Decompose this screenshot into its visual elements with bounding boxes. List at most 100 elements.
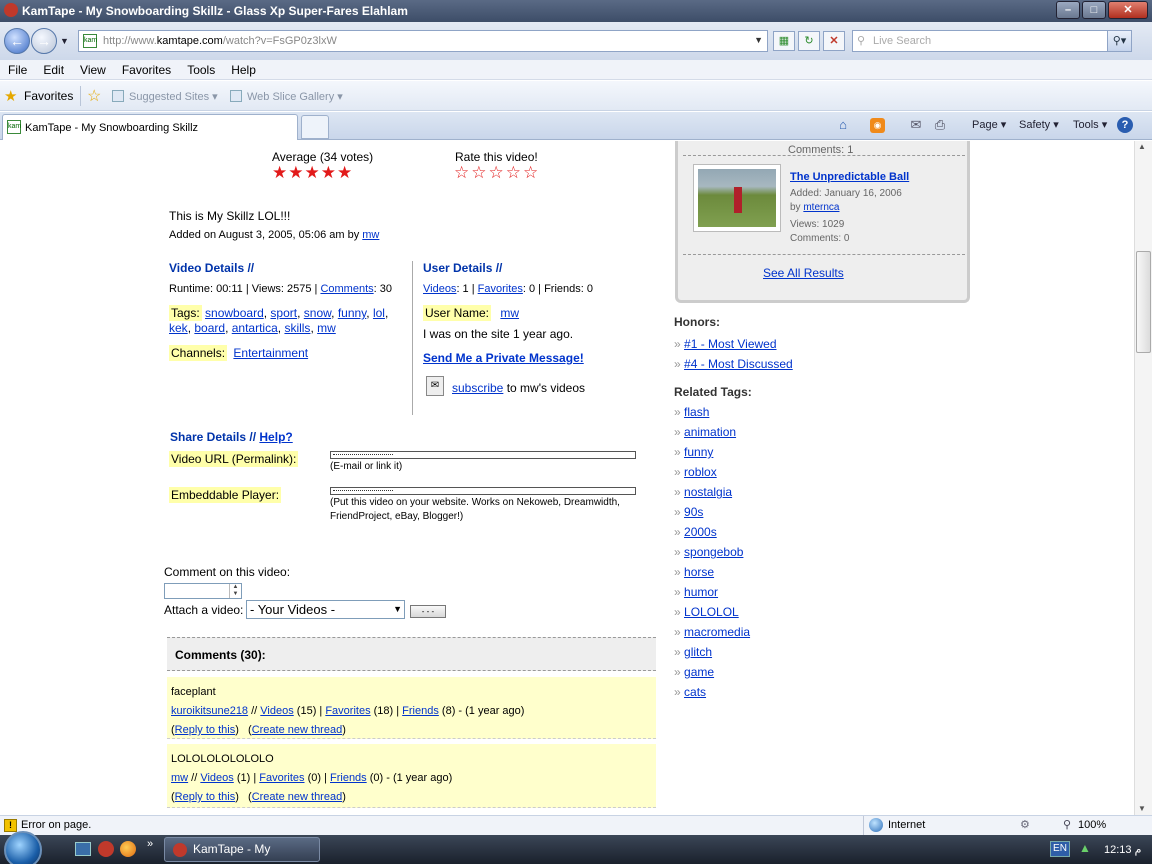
network-icon[interactable]: ▲ (1079, 841, 1091, 855)
result-user-link[interactable]: mternca (803, 202, 839, 213)
web-slice-gallery-button[interactable]: Web Slice Gallery ▾ (230, 90, 343, 103)
menu-edit[interactable]: Edit (43, 63, 64, 77)
comment-friends-link[interactable]: Friends (402, 705, 439, 717)
home-icon[interactable]: ⌂ (834, 116, 852, 134)
scroll-down-icon[interactable]: ▼ (1138, 804, 1146, 813)
related-tag-link[interactable]: 90s (684, 505, 703, 519)
taskbar-item-browser[interactable]: KamTape - My Snowb... (164, 837, 320, 862)
see-all-results-link[interactable]: See All Results (763, 266, 844, 280)
related-tag-link[interactable]: LOLOLOL (684, 605, 739, 619)
username-link[interactable]: mw (500, 306, 519, 320)
search-icon[interactable]: ⚲▾ (1107, 31, 1131, 51)
result-title-link[interactable]: The Unpredictable Ball (790, 171, 909, 183)
related-tag-link[interactable]: macromedia (684, 625, 750, 639)
status-error-text[interactable]: Error on page. (21, 819, 91, 831)
related-tag-link[interactable]: horse (684, 565, 714, 579)
related-tag-link[interactable]: nostalgia (684, 485, 732, 499)
tag-link[interactable]: board (194, 321, 225, 335)
related-tag-link[interactable]: glitch (684, 645, 712, 659)
close-button[interactable]: ✕ (1108, 1, 1148, 19)
warning-icon[interactable]: ! (4, 819, 17, 832)
uploader-link[interactable]: mw (362, 229, 379, 241)
add-favorite-icon[interactable]: ☆ (87, 86, 101, 106)
tag-link[interactable]: sport (270, 306, 297, 320)
scroll-up-icon[interactable]: ▲ (1138, 142, 1146, 151)
share-help-link[interactable]: Help? (259, 430, 292, 444)
related-tag-link[interactable]: spongebob (684, 545, 743, 559)
related-tag-link[interactable]: game (684, 665, 714, 679)
tag-link[interactable]: funny (338, 306, 366, 320)
result-thumbnail[interactable] (693, 164, 781, 232)
channel-link[interactable]: Entertainment (233, 346, 308, 360)
comment-user-link[interactable]: kuroikitsune218 (171, 705, 248, 717)
favorites-button[interactable]: Favorites (24, 89, 73, 103)
chevron-right-icon[interactable]: » (147, 838, 153, 850)
protected-mode-icon[interactable]: ⚙ (1020, 818, 1030, 831)
new-thread-link[interactable]: Create new thread (252, 724, 343, 736)
safety-menu[interactable]: Safety ▾ (1019, 118, 1059, 131)
vertical-scrollbar[interactable]: ▲ ▼ (1134, 141, 1152, 815)
back-button[interactable]: ← (4, 28, 30, 54)
private-message-link[interactable]: Send Me a Private Message! (423, 351, 584, 365)
tag-link[interactable]: lol (373, 306, 385, 320)
tools-menu[interactable]: Tools ▾ (1073, 118, 1107, 131)
honor-link[interactable]: #1 - Most Viewed (684, 337, 777, 351)
menu-view[interactable]: View (80, 63, 106, 77)
user-videos-link[interactable]: Videos (423, 283, 456, 295)
rss-feed-icon[interactable]: ◉ (870, 118, 885, 133)
related-tag-link[interactable]: humor (684, 585, 718, 599)
maximize-button[interactable]: □ (1082, 1, 1106, 19)
tag-link[interactable]: snowboard (205, 306, 264, 320)
subscribe-link[interactable]: subscribe (452, 381, 503, 395)
history-dropdown-icon[interactable]: ▼ (60, 36, 69, 46)
rate-video-stars[interactable]: ☆☆☆☆☆ (454, 163, 540, 183)
menu-favorites[interactable]: Favorites (122, 63, 171, 77)
menu-tools[interactable]: Tools (187, 63, 215, 77)
menu-file[interactable]: File (8, 63, 27, 77)
related-tag-link[interactable]: cats (684, 685, 706, 699)
user-favorites-link[interactable]: Favorites (478, 283, 523, 295)
tag-link[interactable]: mw (317, 321, 336, 335)
attach-video-select[interactable]: - Your Videos - ▼ (246, 600, 405, 619)
reply-link[interactable]: Reply to this (175, 791, 236, 803)
new-tab-button[interactable] (301, 115, 329, 139)
scrollbar-thumb[interactable] (1136, 251, 1151, 353)
comments-link[interactable]: Comments (320, 283, 373, 295)
suggested-sites-button[interactable]: Suggested Sites ▾ (112, 90, 218, 103)
clock[interactable]: 12:13 م (1104, 843, 1141, 856)
new-thread-link[interactable]: Create new thread (252, 791, 343, 803)
embed-field[interactable] (330, 487, 636, 495)
print-icon[interactable]: ⎙ (931, 116, 949, 134)
tab-kamtape[interactable]: kam KamTape - My Snowboarding Skillz (2, 114, 298, 140)
tag-link[interactable]: antartica (232, 321, 278, 335)
mail-icon[interactable]: ✉ (907, 116, 925, 134)
comment-input[interactable]: ▲ ▼ (164, 583, 242, 599)
zoom-level[interactable]: 100% (1078, 819, 1106, 831)
address-input[interactable]: kam http://www. kamtape.com/watch?v=FsGP0… (78, 30, 768, 52)
menu-help[interactable]: Help (231, 63, 256, 77)
related-tag-link[interactable]: flash (684, 405, 709, 419)
search-input[interactable]: ⚲ Live Search ⚲▾ (852, 30, 1132, 52)
browser-quicklaunch-icon[interactable] (98, 841, 114, 857)
firefox-quicklaunch-icon[interactable] (120, 841, 136, 857)
comment-videos-link[interactable]: Videos (200, 772, 233, 784)
tag-link[interactable]: snow (304, 306, 331, 320)
help-icon[interactable]: ? (1117, 117, 1133, 133)
comment-friends-link[interactable]: Friends (330, 772, 367, 784)
forward-button[interactable]: → (31, 28, 57, 54)
tag-link[interactable]: kek (169, 321, 188, 335)
spinner-icon[interactable]: ▲ ▼ (229, 584, 241, 598)
comment-videos-link[interactable]: Videos (260, 705, 293, 717)
chevron-down-icon[interactable]: ▼ (754, 35, 763, 45)
language-indicator[interactable]: EN (1050, 841, 1070, 857)
minimize-button[interactable]: – (1056, 1, 1080, 19)
start-button[interactable] (4, 831, 42, 864)
comment-favorites-link[interactable]: Favorites (259, 772, 304, 784)
page-menu[interactable]: Page ▾ (972, 118, 1006, 131)
refresh-button[interactable]: ↻ (798, 31, 820, 51)
related-tag-link[interactable]: animation (684, 425, 736, 439)
tag-link[interactable]: skills (284, 321, 310, 335)
comment-user-link[interactable]: mw (171, 772, 188, 784)
permalink-field[interactable] (330, 451, 636, 459)
related-tag-link[interactable]: funny (684, 445, 713, 459)
